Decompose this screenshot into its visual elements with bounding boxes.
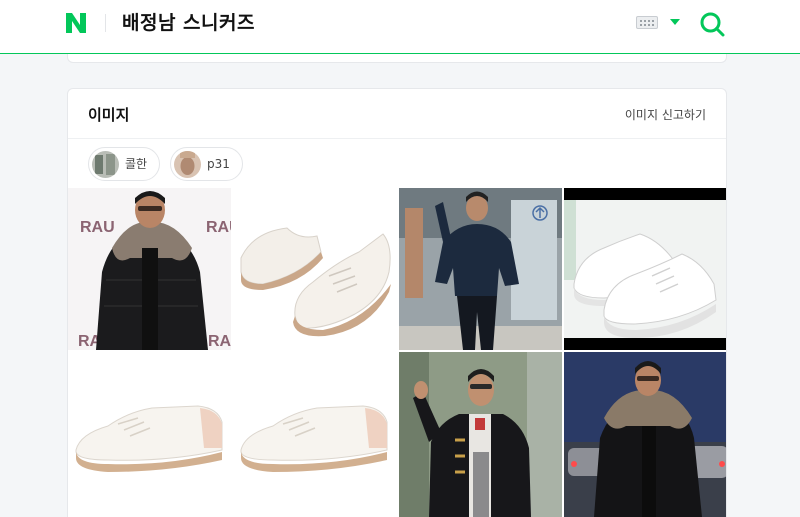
- search-query[interactable]: 배정남 스니커즈: [122, 9, 255, 37]
- section-title: 이미지: [88, 106, 130, 124]
- image-thumbnail[interactable]: RAU RAU RAU RAU: [68, 188, 231, 350]
- search-icon[interactable]: [699, 11, 725, 37]
- backdrop-text: RAU: [80, 219, 115, 236]
- naver-logo-icon[interactable]: [64, 11, 88, 35]
- backdrop-text: RAU: [208, 333, 231, 350]
- previous-section-card: [67, 54, 727, 63]
- search-header: 배정남 스니커즈: [0, 0, 800, 54]
- image-thumbnail[interactable]: [68, 352, 231, 517]
- image-thumbnail[interactable]: [399, 352, 562, 517]
- section-divider: [68, 138, 726, 139]
- backdrop-text: RAU: [206, 219, 231, 236]
- header-divider: [105, 14, 106, 32]
- filter-chip-colehaan[interactable]: 콜한: [88, 147, 161, 181]
- image-thumbnail[interactable]: [564, 188, 726, 350]
- chip-thumbnail: [174, 150, 201, 178]
- image-section: 이미지 이미지 신고하기 콜한 p31 RAU RA RAU RA: [67, 88, 727, 517]
- image-thumbnail[interactable]: [399, 188, 562, 350]
- report-image-link[interactable]: 이미지 신고하기: [625, 106, 706, 124]
- image-thumbnail[interactable]: [233, 188, 397, 350]
- chip-label: 콜한: [125, 157, 148, 171]
- chip-thumbnail: [92, 150, 119, 178]
- chip-label: p31: [207, 157, 230, 171]
- filter-chip-p31[interactable]: p31: [170, 147, 243, 181]
- image-thumbnail[interactable]: [233, 352, 397, 517]
- keyboard-icon[interactable]: [636, 16, 658, 29]
- image-thumbnail[interactable]: [564, 352, 726, 517]
- chevron-down-icon[interactable]: [670, 19, 680, 25]
